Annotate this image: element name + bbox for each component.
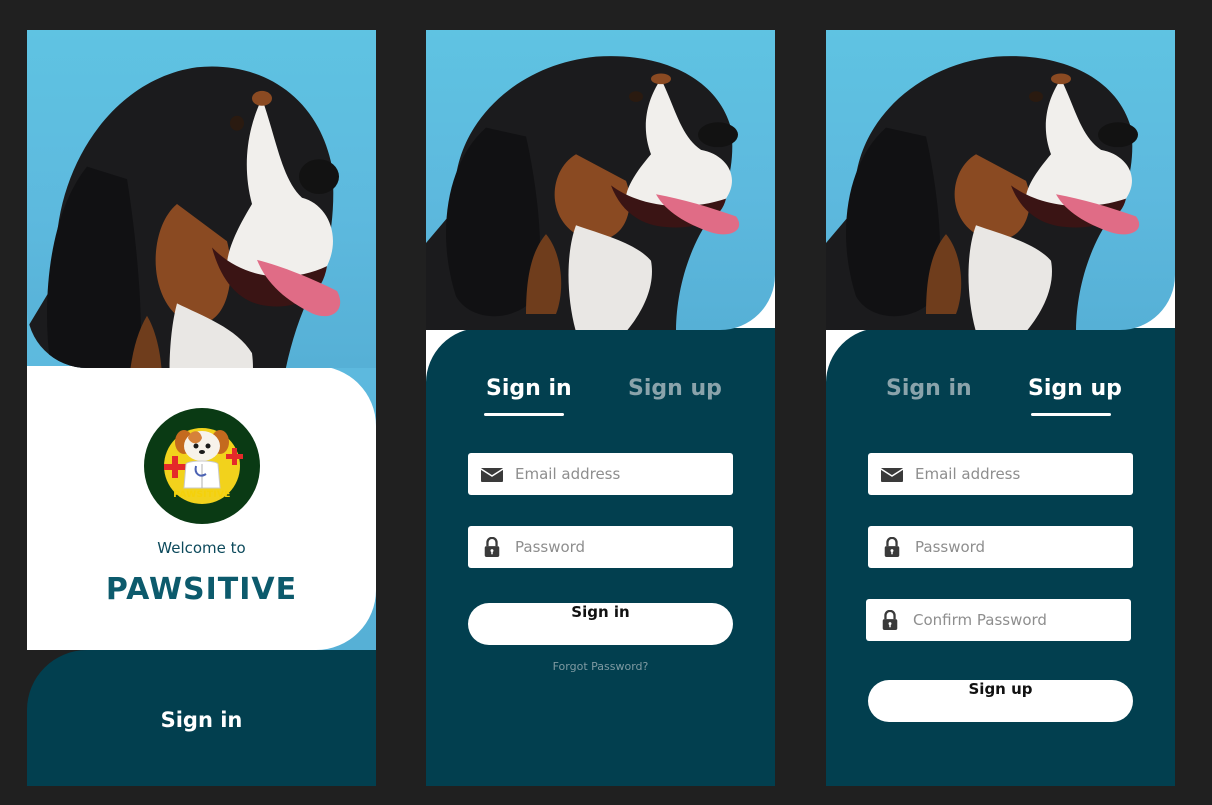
tab-signup[interactable]: Sign up	[1028, 376, 1122, 401]
active-tab-indicator	[484, 413, 564, 416]
signin-button[interactable]: Sign in	[468, 603, 733, 645]
password-placeholder: Password	[915, 538, 986, 556]
lock-icon	[884, 537, 900, 557]
welcome-text: Welcome to	[157, 539, 246, 557]
logo-text: PAWSITIVE	[173, 490, 231, 500]
envelope-icon	[480, 468, 504, 482]
tab-signup[interactable]: Sign up	[628, 376, 722, 401]
email-field[interactable]: Email address	[468, 453, 733, 495]
email-field[interactable]: Email address	[868, 453, 1133, 495]
tab-signin[interactable]: Sign in	[886, 376, 972, 401]
dog-photo	[826, 56, 1140, 330]
password-placeholder: Password	[515, 538, 586, 556]
email-placeholder: Email address	[915, 465, 1021, 483]
active-tab-indicator	[1031, 413, 1111, 416]
welcome-screen: PAWSITIVE Welcome to PAWSITIVE Sign in	[27, 30, 376, 786]
forgot-password-link[interactable]: Forgot Password?	[426, 660, 775, 673]
lock-icon	[882, 610, 898, 630]
dog-photo	[27, 66, 341, 368]
signin-link[interactable]: Sign in	[27, 708, 376, 732]
brand-name: PAWSITIVE	[105, 572, 298, 607]
hero-photo	[426, 30, 775, 330]
envelope-icon	[880, 468, 904, 482]
hero-photo	[826, 30, 1175, 330]
hero-photo	[27, 30, 376, 368]
puppy-doctor-icon	[164, 428, 243, 504]
tab-signin[interactable]: Sign in	[486, 376, 572, 401]
password-field[interactable]: Password	[868, 526, 1133, 568]
signin-screen: Sign in Sign up Email address Password S…	[426, 30, 775, 786]
lock-icon	[484, 537, 500, 557]
password-field[interactable]: Password	[468, 526, 733, 568]
app-logo: PAWSITIVE	[144, 408, 260, 524]
confirm-password-placeholder: Confirm Password	[913, 611, 1047, 629]
dog-photo	[426, 56, 740, 330]
email-placeholder: Email address	[515, 465, 621, 483]
signup-screen: Sign in Sign up Email address Password C…	[826, 30, 1175, 786]
confirm-password-field[interactable]: Confirm Password	[866, 599, 1131, 641]
signup-button[interactable]: Sign up	[868, 680, 1133, 722]
